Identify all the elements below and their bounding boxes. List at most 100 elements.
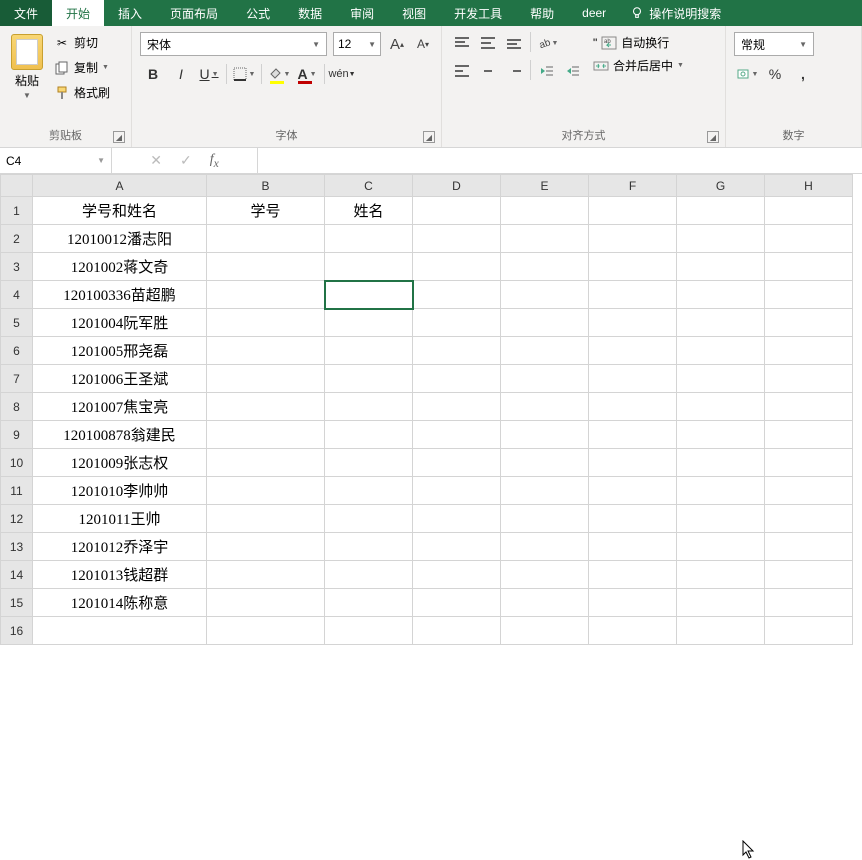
cell-F11[interactable] — [589, 477, 677, 505]
cell-F9[interactable] — [589, 421, 677, 449]
cut-button[interactable]: ✂ 剪切 — [52, 32, 112, 53]
tab-deer[interactable]: deer — [568, 0, 620, 26]
cell-F1[interactable] — [589, 197, 677, 225]
row-header-14[interactable]: 14 — [1, 561, 33, 589]
cell-A10[interactable]: 1201009张志权 — [33, 449, 207, 477]
cell-D12[interactable] — [413, 505, 501, 533]
fx-icon[interactable]: fx — [210, 152, 219, 170]
cell-A5[interactable]: 1201004阮军胜 — [33, 309, 207, 337]
cell-G8[interactable] — [677, 393, 765, 421]
underline-button[interactable]: U▼ — [196, 62, 222, 86]
font-size-combo[interactable]: 12 ▼ — [333, 32, 381, 56]
cell-C15[interactable] — [325, 589, 413, 617]
row-header-11[interactable]: 11 — [1, 477, 33, 505]
cell-D14[interactable] — [413, 561, 501, 589]
cell-A2[interactable]: 12010012潘志阳 — [33, 225, 207, 253]
tab-developer[interactable]: 开发工具 — [440, 0, 516, 26]
cell-G3[interactable] — [677, 253, 765, 281]
row-header-2[interactable]: 2 — [1, 225, 33, 253]
cell-F7[interactable] — [589, 365, 677, 393]
cell-A3[interactable]: 1201002蒋文奇 — [33, 253, 207, 281]
cell-F16[interactable] — [589, 617, 677, 645]
cell-C2[interactable] — [325, 225, 413, 253]
cell-F3[interactable] — [589, 253, 677, 281]
cell-H6[interactable] — [765, 337, 853, 365]
column-header-F[interactable]: F — [589, 175, 677, 197]
chevron-down-icon[interactable]: ▼ — [102, 64, 109, 71]
tab-data[interactable]: 数据 — [284, 0, 336, 26]
font-color-button[interactable]: A ▼ — [294, 62, 320, 86]
cell-F6[interactable] — [589, 337, 677, 365]
cell-A4[interactable]: 120100336苗超鹏 — [33, 281, 207, 309]
cell-D4[interactable] — [413, 281, 501, 309]
cell-E10[interactable] — [501, 449, 589, 477]
cell-D7[interactable] — [413, 365, 501, 393]
cell-B16[interactable] — [207, 617, 325, 645]
cell-D13[interactable] — [413, 533, 501, 561]
name-box[interactable]: C4 ▼ — [0, 148, 112, 173]
cell-H16[interactable] — [765, 617, 853, 645]
cell-G2[interactable] — [677, 225, 765, 253]
copy-button[interactable]: 复制 ▼ — [52, 57, 112, 78]
border-button[interactable]: ▼ — [231, 62, 257, 86]
tab-help[interactable]: 帮助 — [516, 0, 568, 26]
cell-D6[interactable] — [413, 337, 501, 365]
cell-B9[interactable] — [207, 421, 325, 449]
cell-E15[interactable] — [501, 589, 589, 617]
cell-B4[interactable] — [207, 281, 325, 309]
cell-E8[interactable] — [501, 393, 589, 421]
cell-C13[interactable] — [325, 533, 413, 561]
formula-input[interactable] — [258, 148, 862, 173]
tab-review[interactable]: 审阅 — [336, 0, 388, 26]
cell-D1[interactable] — [413, 197, 501, 225]
cell-E9[interactable] — [501, 421, 589, 449]
align-middle-button[interactable] — [476, 32, 500, 54]
row-header-4[interactable]: 4 — [1, 281, 33, 309]
italic-button[interactable]: I — [168, 62, 194, 86]
cell-H9[interactable] — [765, 421, 853, 449]
font-name-combo[interactable]: 宋体 ▼ — [140, 32, 327, 56]
cell-H7[interactable] — [765, 365, 853, 393]
cell-B2[interactable] — [207, 225, 325, 253]
cell-B11[interactable] — [207, 477, 325, 505]
cell-C5[interactable] — [325, 309, 413, 337]
cell-C12[interactable] — [325, 505, 413, 533]
cell-B1[interactable]: 学号 — [207, 197, 325, 225]
cell-C3[interactable] — [325, 253, 413, 281]
cell-G12[interactable] — [677, 505, 765, 533]
cell-E14[interactable] — [501, 561, 589, 589]
cell-C9[interactable] — [325, 421, 413, 449]
cell-D16[interactable] — [413, 617, 501, 645]
row-header-7[interactable]: 7 — [1, 365, 33, 393]
tab-formulas[interactable]: 公式 — [232, 0, 284, 26]
cell-H1[interactable] — [765, 197, 853, 225]
increase-font-button[interactable]: A▴ — [387, 34, 407, 54]
cell-A15[interactable]: 1201014陈称意 — [33, 589, 207, 617]
column-header-G[interactable]: G — [677, 175, 765, 197]
cell-E1[interactable] — [501, 197, 589, 225]
cell-G1[interactable] — [677, 197, 765, 225]
paste-button[interactable]: 粘贴 ▼ — [6, 30, 48, 122]
cell-G11[interactable] — [677, 477, 765, 505]
cell-E16[interactable] — [501, 617, 589, 645]
cell-F14[interactable] — [589, 561, 677, 589]
accounting-format-button[interactable]: ▼ — [734, 62, 760, 86]
cell-C6[interactable] — [325, 337, 413, 365]
cell-H15[interactable] — [765, 589, 853, 617]
phonetic-button[interactable]: wén▼ — [329, 62, 355, 86]
cell-E11[interactable] — [501, 477, 589, 505]
align-bottom-button[interactable] — [502, 32, 526, 54]
row-header-13[interactable]: 13 — [1, 533, 33, 561]
column-header-B[interactable]: B — [207, 175, 325, 197]
cell-G15[interactable] — [677, 589, 765, 617]
cell-B6[interactable] — [207, 337, 325, 365]
cell-E7[interactable] — [501, 365, 589, 393]
row-header-5[interactable]: 5 — [1, 309, 33, 337]
cell-E13[interactable] — [501, 533, 589, 561]
cell-A6[interactable]: 1201005邢尧磊 — [33, 337, 207, 365]
cell-C7[interactable] — [325, 365, 413, 393]
cell-G10[interactable] — [677, 449, 765, 477]
bold-button[interactable]: B — [140, 62, 166, 86]
cell-C4[interactable] — [325, 281, 413, 309]
number-format-combo[interactable]: 常规 ▼ — [734, 32, 814, 56]
